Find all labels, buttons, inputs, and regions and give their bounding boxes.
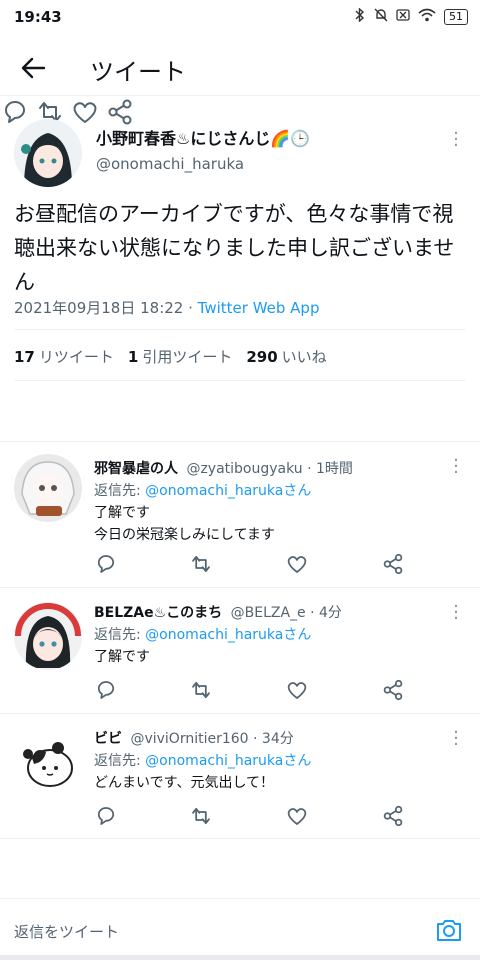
share-icon[interactable] xyxy=(381,678,405,702)
reply-handle-time[interactable]: @zyatibougyaku · 1時間 xyxy=(186,461,352,477)
like-icon[interactable] xyxy=(285,552,309,576)
reply-input[interactable]: 返信をツイート xyxy=(14,921,119,942)
share-icon[interactable] xyxy=(381,804,405,828)
reply-tweet[interactable]: 邪智暴虐の人 @zyatibougyaku · 1時間 · · · 返信先: @on… xyxy=(0,441,480,587)
quote-count-label: 引用ツイート xyxy=(142,348,233,366)
like-count[interactable]: 290 いいね xyxy=(246,346,326,367)
gesture-bar xyxy=(0,955,480,960)
reply-text-line: 了解です xyxy=(94,649,150,665)
bluetooth-icon xyxy=(354,7,366,26)
camera-icon[interactable] xyxy=(434,915,464,945)
reply-display-name[interactable]: 邪智暴虐の人 xyxy=(94,461,178,477)
top-bar: ツイート xyxy=(0,40,480,96)
quote-count-value: 1 xyxy=(127,348,139,366)
meta-separator: · xyxy=(183,299,198,317)
quote-count[interactable]: 1 引用ツイート xyxy=(128,346,232,367)
mute-bell-icon xyxy=(374,8,388,26)
reply-header: BELZAe♨このまち @BELZA_e · 4分 xyxy=(94,602,342,622)
like-icon[interactable] xyxy=(285,678,309,702)
tweet-source[interactable]: Twitter Web App xyxy=(198,299,320,317)
display-name[interactable]: 小野町春香♨にじさんじ🌈🕒 xyxy=(96,125,310,149)
reply-icon[interactable] xyxy=(94,678,118,702)
like-icon[interactable] xyxy=(285,804,309,828)
reply-to: 返信先: @onomachi_harukaさん xyxy=(94,624,311,644)
reply-handle-time[interactable]: @viviOrnitier160 · 34分 xyxy=(130,731,293,747)
share-icon[interactable] xyxy=(381,552,405,576)
reply-to-prefix: 返信先: xyxy=(94,753,146,769)
status-icons: 51 xyxy=(354,7,468,26)
retweet-icon[interactable] xyxy=(189,678,213,702)
reply-text: 了解です 今日の栄冠楽しみにしてます xyxy=(94,502,454,546)
reply-icon[interactable] xyxy=(94,804,118,828)
more-options-icon[interactable]: · · · xyxy=(452,125,460,155)
avatar[interactable] xyxy=(14,728,82,796)
main-tweet: 小野町春香♨にじさんじ🌈🕒 @onomachi_haruka · · · お昼配信の… xyxy=(0,97,480,381)
like-count-label: いいね xyxy=(281,348,327,366)
tweet-meta: 2021年09月18日 18:22 · Twitter Web App xyxy=(14,297,319,318)
reply-icon[interactable] xyxy=(94,552,118,576)
page-title: ツイート xyxy=(90,58,186,86)
reply-text-line: どんまいです、元気出して！ xyxy=(94,775,275,791)
reply-tweet[interactable]: BELZAe♨このまち @BELZA_e · 4分 · · · 返信先: @onom… xyxy=(0,587,480,713)
tweet-text: お昼配信のアーカイブですが、色々な事情で視聴出来ない状態になりました申し訳ござい… xyxy=(14,202,455,294)
back-arrow-icon[interactable] xyxy=(18,54,50,82)
more-options-icon[interactable]: · · · xyxy=(452,598,460,628)
reply-to-prefix: 返信先: xyxy=(94,483,146,499)
more-options-icon[interactable]: · · · xyxy=(452,724,460,754)
avatar[interactable] xyxy=(14,602,82,670)
reply-display-name[interactable]: ビビ xyxy=(94,731,122,747)
user-handle[interactable]: @onomachi_haruka xyxy=(96,155,244,173)
tweet-stats: 17 リツイート 1 引用ツイート 290 いいね xyxy=(14,346,327,367)
reply-to: 返信先: @onomachi_harukaさん xyxy=(94,480,311,500)
reply-to-link[interactable]: @onomachi_harukaさん xyxy=(145,627,311,643)
clock: 19:43 xyxy=(14,8,62,26)
reply-text: 了解です xyxy=(94,646,454,668)
reply-composer[interactable]: 返信をツイート xyxy=(0,898,480,960)
divider xyxy=(14,329,466,330)
retweet-icon[interactable] xyxy=(189,552,213,576)
status-bar: 19:43 51 xyxy=(0,0,480,34)
retweet-count-value: 17 xyxy=(14,348,35,366)
reply-text-line: 了解です xyxy=(94,505,150,521)
reply-to-prefix: 返信先: xyxy=(94,627,146,643)
retweet-count[interactable]: 17 リツイート xyxy=(14,346,114,367)
reply-header: ビビ @viviOrnitier160 · 34分 xyxy=(94,728,294,748)
avatar[interactable] xyxy=(14,454,82,522)
reply-display-name[interactable]: BELZAe♨このまち xyxy=(94,605,222,621)
wifi-icon xyxy=(418,8,436,26)
reply-text-line: 今日の栄冠楽しみにしてます xyxy=(94,527,275,543)
divider xyxy=(14,380,466,381)
reply-to-link[interactable]: @onomachi_harukaさん xyxy=(145,483,311,499)
reply-text: どんまいです、元気出して！ xyxy=(94,772,454,794)
reply-to: 返信先: @onomachi_harukaさん xyxy=(94,750,311,770)
reply-tweet[interactable]: ビビ @viviOrnitier160 · 34分 · · · 返信先: @onom… xyxy=(0,713,480,839)
battery-indicator: 51 xyxy=(444,9,468,25)
avatar[interactable] xyxy=(14,119,82,187)
tweet-timestamp[interactable]: 2021年09月18日 18:22 xyxy=(14,299,183,317)
reply-to-link[interactable]: @onomachi_harukaさん xyxy=(145,753,311,769)
reply-handle-time[interactable]: @BELZA_e · 4分 xyxy=(231,605,342,621)
retweet-icon[interactable] xyxy=(189,804,213,828)
reply-header: 邪智暴虐の人 @zyatibougyaku · 1時間 xyxy=(94,458,353,478)
like-count-value: 290 xyxy=(246,348,278,366)
more-options-icon[interactable]: · · · xyxy=(452,452,460,482)
no-sim-icon xyxy=(396,9,410,25)
retweet-count-label: リツイート xyxy=(38,348,114,366)
